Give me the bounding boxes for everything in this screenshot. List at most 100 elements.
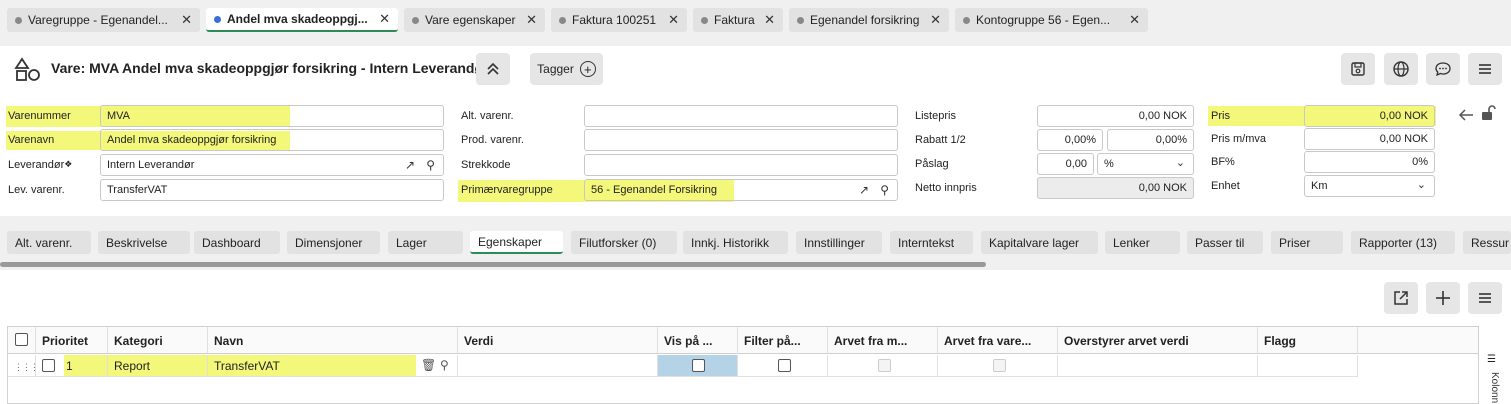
grid-menu-button[interactable] [1468, 282, 1502, 314]
tab-dot-icon [701, 16, 708, 24]
prod-varenr-label: Prod. varenr. [461, 134, 524, 146]
page-title: Vare: MVA Andel mva skadeoppgjør forsikr… [51, 60, 489, 76]
pris-field[interactable]: 0,00 NOK [1304, 105, 1435, 127]
close-icon[interactable]: ✕ [764, 12, 775, 28]
filter-pa-checkbox[interactable] [778, 359, 791, 372]
subtab-priser[interactable]: Priser [1271, 231, 1343, 254]
scrollbar-thumb[interactable] [0, 262, 986, 267]
subtab-ressurs[interactable]: Ressur [1463, 231, 1511, 254]
strekkode-field[interactable] [584, 154, 898, 176]
leverandor-field[interactable]: Intern Leverandør ↗ ⚲ [100, 154, 444, 176]
tab-faktura[interactable]: Faktura ✕ [693, 8, 783, 32]
subtab-interntekst[interactable]: Interntekst [890, 231, 973, 254]
open-external-icon[interactable]: ↗ [405, 158, 415, 172]
col-prioritet[interactable]: Prioritet [36, 327, 108, 354]
save-button[interactable] [1341, 53, 1375, 85]
subtab-kapitalvare-lager[interactable]: Kapitalvare lager [981, 231, 1098, 254]
netto-field: 0,00 NOK [1037, 177, 1194, 199]
columns-side-panel[interactable]: ☰ Kolonn [1478, 326, 1511, 404]
open-external-icon[interactable]: ↗ [859, 183, 869, 197]
row-kategori[interactable]: Report [108, 355, 208, 377]
col-verdi[interactable]: Verdi [458, 327, 658, 354]
row-filter-pa-cell[interactable] [738, 355, 828, 377]
language-button[interactable] [1384, 53, 1418, 85]
search-icon[interactable]: ⚲ [880, 183, 889, 197]
bf-field[interactable]: 0% [1304, 151, 1435, 173]
subtab-lenker[interactable]: Lenker [1105, 231, 1180, 254]
search-icon[interactable]: ⚲ [426, 158, 435, 172]
col-vis-pa[interactable]: Vis på ... [658, 327, 738, 354]
unlock-icon[interactable] [1479, 104, 1497, 122]
row-overstyrer-cell[interactable] [1058, 355, 1258, 377]
row-prioritet-cell[interactable]: 1 [36, 355, 108, 377]
col-navn[interactable]: Navn [208, 327, 458, 354]
add-row-button[interactable] [1426, 282, 1460, 314]
collapse-button[interactable] [476, 53, 510, 85]
lev-varenr-field[interactable]: TransferVAT [100, 179, 444, 201]
close-icon[interactable]: ✕ [930, 12, 941, 28]
close-icon[interactable]: ✕ [379, 11, 390, 27]
varenummer-field[interactable]: MVA [100, 105, 444, 127]
comments-button[interactable] [1426, 53, 1460, 85]
subtab-dashboard[interactable]: Dashboard [194, 231, 280, 254]
vis-pa-checkbox[interactable] [692, 359, 705, 372]
subtab-dimensjoner[interactable]: Dimensjoner [287, 231, 380, 254]
open-new-window-button[interactable] [1384, 282, 1418, 314]
rabatt2-field[interactable]: 0,00% [1107, 129, 1194, 151]
close-icon[interactable]: ✕ [181, 12, 192, 28]
tab-dot-icon [412, 16, 419, 24]
select-all-checkbox[interactable] [15, 333, 28, 346]
subtab-innstillinger[interactable]: Innstillinger [796, 231, 882, 254]
row-flagg-cell[interactable] [1258, 355, 1358, 377]
subtab-egenskaper[interactable]: Egenskaper [470, 231, 563, 254]
paslag-unit-select[interactable]: % ⌄ [1097, 153, 1194, 175]
leverandor-value: Intern Leverandør [107, 159, 195, 171]
arrow-left-icon[interactable] [1458, 108, 1474, 122]
close-icon[interactable]: ✕ [526, 12, 537, 28]
subtab-passer-til[interactable]: Passer til [1187, 231, 1263, 254]
close-icon[interactable]: ✕ [1129, 12, 1140, 28]
trash-icon[interactable]: 🗑 [421, 358, 436, 372]
varenavn-field[interactable]: Andel mva skadeoppgjør forsikring [100, 129, 444, 151]
pris-mva-field[interactable]: 0,00 NOK [1304, 128, 1435, 150]
alt-varenr-field[interactable] [584, 105, 898, 127]
primaervaregruppe-field[interactable]: 56 - Egenandel Forsikring ↗ ⚲ [584, 179, 898, 201]
row-checkbox[interactable] [42, 359, 55, 372]
tab-kontogruppe[interactable]: Kontogruppe 56 - Egen... ✕ [955, 8, 1148, 32]
close-icon[interactable]: ✕ [668, 12, 679, 28]
row-navn-cell[interactable]: TransferVAT 🗑 ⚲ [208, 355, 458, 377]
col-flagg[interactable]: Flagg [1258, 327, 1358, 354]
row-arvet-fra-m-cell [828, 355, 938, 377]
tab-varegruppe[interactable]: Varegruppe - Egenandel... ✕ [7, 8, 200, 32]
col-arvet-fra-m[interactable]: Arvet fra m... [828, 327, 938, 354]
subtab-innkj-historikk[interactable]: Innkj. Historikk [683, 231, 788, 254]
tags-button[interactable]: Tagger + [530, 53, 603, 85]
search-icon[interactable]: ⚲ [440, 358, 449, 372]
rabatt1-field[interactable]: 0,00% [1037, 129, 1103, 151]
row-vis-pa-cell[interactable] [658, 355, 738, 377]
col-arvet-fra-vare[interactable]: Arvet fra vare... [938, 327, 1058, 354]
tab-faktura-100251[interactable]: Faktura 100251 ✕ [551, 8, 687, 32]
tab-label: Egenandel forsikring [810, 13, 920, 27]
enhet-select[interactable]: Km ⌄ [1304, 175, 1435, 197]
menu-button[interactable] [1468, 53, 1502, 85]
paslag-field[interactable]: 0,00 [1037, 153, 1094, 175]
plus-icon [1436, 291, 1450, 305]
row-drag-handle[interactable]: ⋮⋮⋮ [8, 355, 36, 377]
listepris-field[interactable]: 0,00 NOK [1037, 105, 1194, 127]
tab-andel-mva[interactable]: Andel mva skadeoppgj... ✕ [206, 8, 398, 32]
col-filter-pa[interactable]: Filter på... [738, 327, 828, 354]
subtab-beskrivelse[interactable]: Beskrivelse [98, 231, 190, 254]
subtab-lager[interactable]: Lager [388, 231, 463, 254]
row-verdi[interactable] [458, 355, 658, 377]
subtab-rapporter[interactable]: Rapporter (13) [1351, 231, 1455, 254]
col-kategori[interactable]: Kategori [108, 327, 208, 354]
subtab-filutforsker[interactable]: Filutforsker (0) [571, 231, 677, 254]
subtab-alt-varenr[interactable]: Alt. varenr. [7, 231, 91, 254]
tab-vare-egenskaper[interactable]: Vare egenskaper ✕ [404, 8, 545, 32]
prod-varenr-field[interactable] [584, 129, 898, 151]
arvet-fra-m-checkbox [878, 359, 891, 372]
subtab-scrollbar[interactable] [0, 262, 1511, 267]
tab-egenandel-forsikring[interactable]: Egenandel forsikring ✕ [789, 8, 949, 32]
col-overstyrer[interactable]: Overstyrer arvet verdi [1058, 327, 1258, 354]
